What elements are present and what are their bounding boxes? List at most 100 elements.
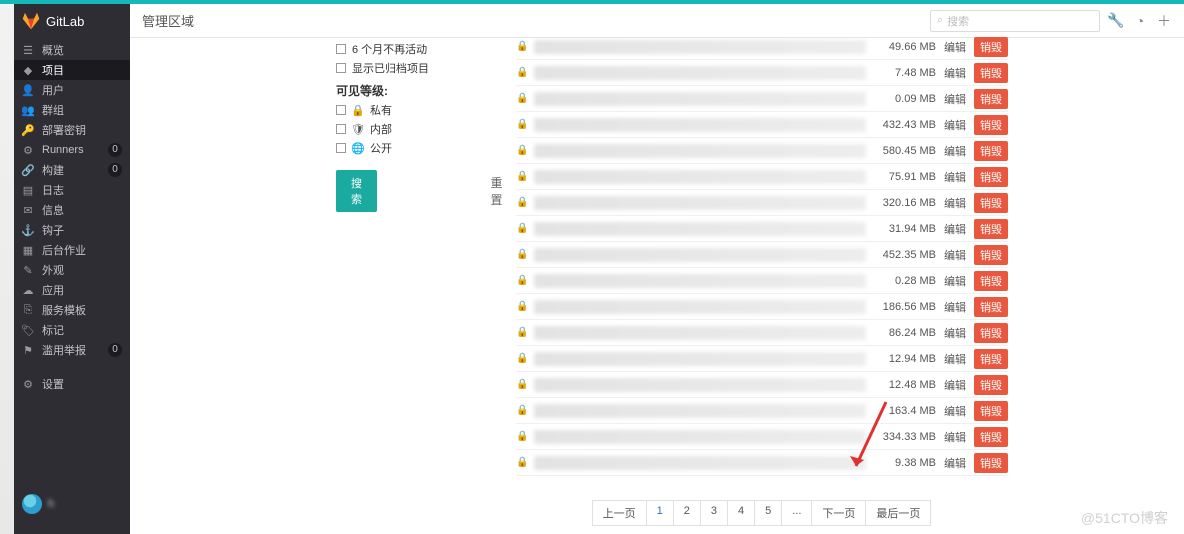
- edit-button[interactable]: 编辑: [942, 403, 968, 419]
- filter-show-archived[interactable]: 显示已归档项目: [336, 60, 508, 76]
- delete-button[interactable]: 销毁: [974, 297, 1008, 317]
- project-name[interactable]: [534, 326, 866, 340]
- sidebar-item[interactable]: 👥群组: [14, 100, 130, 120]
- delete-button[interactable]: 销毁: [974, 141, 1008, 161]
- edit-button[interactable]: 编辑: [942, 455, 968, 471]
- sidebar-item-settings[interactable]: ⚙ 设置: [14, 374, 130, 394]
- delete-button[interactable]: 销毁: [974, 193, 1008, 213]
- edit-button[interactable]: 编辑: [942, 273, 968, 289]
- checkbox-icon[interactable]: [336, 105, 346, 115]
- project-name[interactable]: [534, 40, 866, 54]
- project-name[interactable]: [534, 170, 866, 184]
- filter-inactive-6mo[interactable]: 6 个月不再活动: [336, 41, 508, 57]
- lock-icon: 🔒: [516, 119, 528, 130]
- pager-next[interactable]: 下一页: [811, 500, 866, 526]
- edit-button[interactable]: 编辑: [942, 299, 968, 315]
- delete-button[interactable]: 销毁: [974, 63, 1008, 83]
- edit-button[interactable]: 编辑: [942, 351, 968, 367]
- sidebar-item[interactable]: ☰概览: [14, 40, 130, 60]
- wrench-icon[interactable]: 🔧: [1108, 13, 1124, 29]
- project-name[interactable]: [534, 300, 866, 314]
- sidebar-item[interactable]: ✎外观: [14, 260, 130, 280]
- delete-button[interactable]: 销毁: [974, 37, 1008, 57]
- delete-button[interactable]: 销毁: [974, 375, 1008, 395]
- project-name[interactable]: [534, 274, 866, 288]
- checkbox-icon[interactable]: [336, 124, 346, 134]
- brand-row[interactable]: GitLab: [14, 4, 130, 38]
- pager-page[interactable]: 1: [646, 500, 674, 526]
- reset-button[interactable]: 重置: [485, 170, 508, 212]
- edit-button[interactable]: 编辑: [942, 65, 968, 81]
- project-name[interactable]: [534, 118, 866, 132]
- sidebar-item[interactable]: ▤日志: [14, 180, 130, 200]
- filter-private[interactable]: 🔒 私有: [336, 102, 508, 118]
- project-name[interactable]: [534, 352, 866, 366]
- project-name[interactable]: [534, 404, 866, 418]
- delete-button[interactable]: 销毁: [974, 271, 1008, 291]
- project-name[interactable]: [534, 222, 866, 236]
- edit-button[interactable]: 编辑: [942, 429, 968, 445]
- current-user[interactable]: h: [14, 488, 130, 520]
- filter-public[interactable]: 🌐 公开: [336, 140, 508, 156]
- sidebar-item[interactable]: ✉信息: [14, 200, 130, 220]
- sidebar-item[interactable]: 👤用户: [14, 80, 130, 100]
- pager-prev[interactable]: 上一页: [592, 500, 647, 526]
- project-name[interactable]: [534, 92, 866, 106]
- delete-button[interactable]: 销毁: [974, 115, 1008, 135]
- edit-button[interactable]: 编辑: [942, 221, 968, 237]
- sidebar-item[interactable]: 🔑部署密钥: [14, 120, 130, 140]
- filter-internal[interactable]: 🛡 内部: [336, 121, 508, 137]
- edit-button[interactable]: 编辑: [942, 247, 968, 263]
- msg-icon: ✉: [22, 204, 34, 217]
- edit-button[interactable]: 编辑: [942, 143, 968, 159]
- sidebar-item[interactable]: ⚙Runners0: [14, 140, 130, 160]
- project-name[interactable]: [534, 66, 866, 80]
- sidebar-item[interactable]: ⎘服务模板: [14, 300, 130, 320]
- checkbox-icon[interactable]: [336, 63, 346, 73]
- delete-button[interactable]: 销毁: [974, 349, 1008, 369]
- plus-icon[interactable]: ＋: [1156, 13, 1172, 29]
- edit-button[interactable]: 编辑: [942, 169, 968, 185]
- delete-button[interactable]: 销毁: [974, 453, 1008, 473]
- delete-button[interactable]: 销毁: [974, 167, 1008, 187]
- edit-button[interactable]: 编辑: [942, 91, 968, 107]
- pager-last[interactable]: 最后一页: [865, 500, 931, 526]
- project-name[interactable]: [534, 378, 866, 392]
- project-name[interactable]: [534, 196, 866, 210]
- checkbox-icon[interactable]: [336, 44, 346, 54]
- pager-page[interactable]: 2: [673, 500, 701, 526]
- delete-button[interactable]: 销毁: [974, 427, 1008, 447]
- global-search[interactable]: ⌕ 搜索: [930, 10, 1100, 32]
- pager-page[interactable]: 3: [700, 500, 728, 526]
- lock-icon: 🔒: [516, 327, 528, 338]
- edit-button[interactable]: 编辑: [942, 117, 968, 133]
- project-name[interactable]: [534, 456, 866, 470]
- project-size: 9.38 MB: [872, 457, 936, 469]
- project-name[interactable]: [534, 248, 866, 262]
- delete-button[interactable]: 销毁: [974, 401, 1008, 421]
- pager-page[interactable]: 4: [727, 500, 755, 526]
- activity-icon[interactable]: ◔: [1132, 13, 1148, 29]
- checkbox-icon[interactable]: [336, 143, 346, 153]
- delete-button[interactable]: 销毁: [974, 89, 1008, 109]
- delete-button[interactable]: 销毁: [974, 245, 1008, 265]
- delete-button[interactable]: 销毁: [974, 323, 1008, 343]
- project-name[interactable]: [534, 144, 866, 158]
- sidebar-item[interactable]: ⚓钩子: [14, 220, 130, 240]
- edit-button[interactable]: 编辑: [942, 325, 968, 341]
- sidebar-item[interactable]: ◆项目: [14, 60, 130, 80]
- sidebar-item[interactable]: ⚑滥用举报0: [14, 340, 130, 360]
- sidebar-item[interactable]: ☁应用: [14, 280, 130, 300]
- delete-button[interactable]: 销毁: [974, 219, 1008, 239]
- sidebar-item[interactable]: ▦后台作业: [14, 240, 130, 260]
- sidebar-item[interactable]: 🏷标记: [14, 320, 130, 340]
- sidebar-item[interactable]: 🔗构建0: [14, 160, 130, 180]
- pager-page[interactable]: 5: [754, 500, 782, 526]
- pager-page[interactable]: ...: [781, 500, 812, 526]
- edit-button[interactable]: 编辑: [942, 39, 968, 55]
- edit-button[interactable]: 编辑: [942, 377, 968, 393]
- search-button[interactable]: 搜索: [336, 170, 377, 212]
- project-name[interactable]: [534, 430, 866, 444]
- project-size: 452.35 MB: [872, 249, 936, 261]
- edit-button[interactable]: 编辑: [942, 195, 968, 211]
